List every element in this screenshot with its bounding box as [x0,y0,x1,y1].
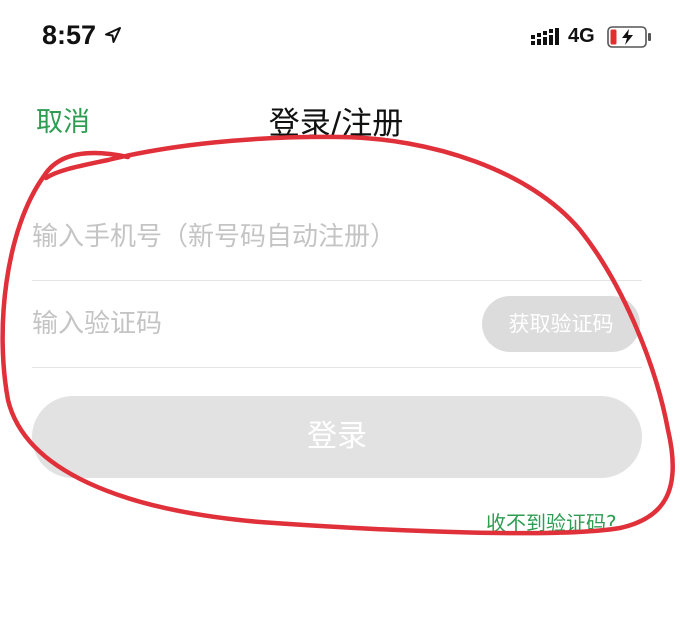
login-button[interactable]: 登录 [32,396,642,478]
status-time: 8:57 [42,20,97,50]
location-arrow-icon [105,27,121,43]
battery-charging-icon [607,26,651,48]
phone-input[interactable] [32,216,642,258]
no-code-help-link[interactable]: 收不到验证码? [486,507,617,536]
page-title: 登录/注册 [268,106,404,142]
signal-icon [531,28,559,45]
status-bar: 8:57 4G [0,0,680,70]
verification-code-input[interactable] [32,303,472,345]
network-type: 4G [568,25,595,47]
get-code-button[interactable]: 获取验证码 [482,296,640,352]
login-screen: 8:57 4G 取消 登录/注册 获取验证码 [0,0,680,639]
phone-field-row [32,194,642,281]
